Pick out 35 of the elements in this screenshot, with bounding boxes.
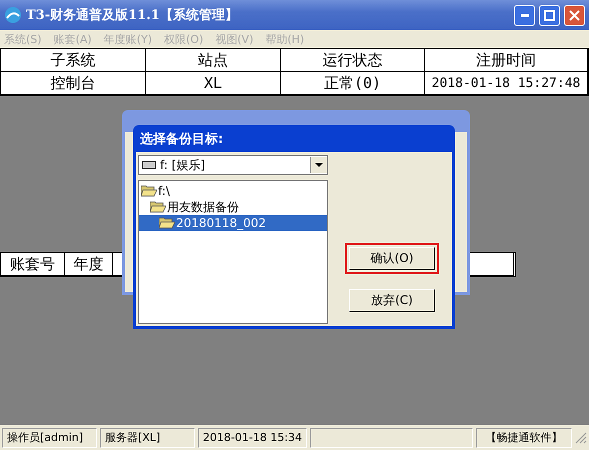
close-icon xyxy=(569,10,580,20)
window-title: T3-财务通普及版11.1【系统管理】 xyxy=(26,6,239,24)
status-field: 2018-01-18 15:34 xyxy=(198,428,308,448)
status-field: 操作员[admin] xyxy=(2,428,97,448)
column-header: 运行状态 xyxy=(281,49,425,72)
drive-icon xyxy=(142,161,156,169)
dialog-title: 选择备份目标: xyxy=(139,130,224,148)
folder-item[interactable]: 用友数据备份 xyxy=(139,199,327,215)
folder-item[interactable]: 20180118_002 xyxy=(139,215,327,231)
cancel-button[interactable]: 放弃(C) xyxy=(349,289,435,312)
table-cell: XL xyxy=(146,72,281,95)
maximize-icon xyxy=(544,10,555,20)
status-field: 服务器[XL] xyxy=(100,428,195,448)
status-field: 【畅捷通软件】 xyxy=(476,428,572,448)
drive-dropdown[interactable]: f: [娱乐] xyxy=(138,155,328,175)
maximize-button[interactable] xyxy=(539,4,560,26)
resize-grip-icon xyxy=(575,432,587,444)
column-header: 账套号 xyxy=(1,253,65,276)
folder-item[interactable]: f:\ xyxy=(139,183,327,199)
column-header: 年度 xyxy=(65,253,113,276)
minimize-icon xyxy=(520,14,528,16)
folder-icon xyxy=(141,185,157,197)
close-button[interactable] xyxy=(564,4,585,26)
minimize-button[interactable] xyxy=(514,4,535,26)
confirm-button[interactable]: 确认(O) xyxy=(349,247,435,270)
folder-icon xyxy=(150,201,166,213)
app-logo-icon xyxy=(4,6,22,24)
caret-icon xyxy=(315,163,323,167)
column-header: 站点 xyxy=(146,49,281,72)
table-cell: 控制台 xyxy=(1,72,146,95)
table-cell: 2018-01-18 15:27:48 xyxy=(425,72,588,95)
column-header: 子系统 xyxy=(1,49,146,72)
folder-icon xyxy=(159,217,175,229)
table-cell: 正常(0) xyxy=(281,72,425,95)
column-header: 注册时间 xyxy=(425,49,588,72)
